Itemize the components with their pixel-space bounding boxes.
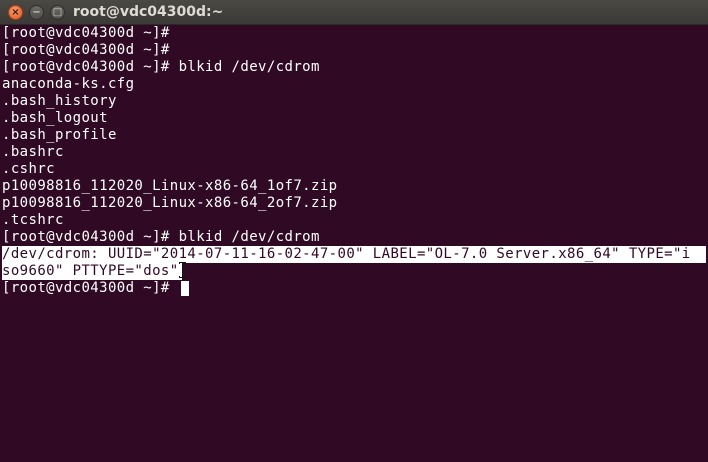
terminal-line: .bash_profile xyxy=(2,127,117,143)
terminal-line: .tcshrc xyxy=(2,212,64,228)
terminal-line: anaconda-ks.cfg xyxy=(2,76,135,92)
title-bar[interactable]: × − □ root@vdc04300d:~ xyxy=(0,0,708,25)
terminal-line: p10098816_112020_Linux-x86-64_1of7.zip xyxy=(2,178,338,194)
terminal-line: .cshrc xyxy=(2,161,55,177)
text-cursor xyxy=(180,280,189,296)
window-title: root@vdc04300d:~ xyxy=(73,4,224,20)
selected-text-line[interactable]: so9660" PTTYPE="dos" xyxy=(2,263,182,280)
minimize-button[interactable]: − xyxy=(29,5,44,20)
close-button[interactable]: × xyxy=(8,5,23,20)
selected-text-line[interactable]: /dev/cdrom: UUID="2014-07-11-16-02-47-00… xyxy=(2,246,706,263)
terminal-line: [root@vdc04300d ~]# xyxy=(2,42,170,58)
ibeam-cursor-icon xyxy=(178,262,187,278)
terminal-line: p10098816_112020_Linux-x86-64_2of7.zip xyxy=(2,195,338,211)
terminal-output[interactable]: [root@vdc04300d ~]# [root@vdc04300d ~]# … xyxy=(0,25,708,462)
terminal-line: [root@vdc04300d ~]# xyxy=(2,25,170,41)
terminal-line: [root@vdc04300d ~]# blkid /dev/cdrom xyxy=(2,59,320,75)
terminal-line: .bashrc xyxy=(2,144,64,160)
prompt-line[interactable]: [root@vdc04300d ~]# xyxy=(2,280,708,297)
terminal-line: .bash_history xyxy=(2,93,117,109)
prompt-text: [root@vdc04300d ~]# xyxy=(2,280,179,296)
terminal-line: [root@vdc04300d ~]# blkid /dev/cdrom xyxy=(2,229,320,245)
maximize-button[interactable]: □ xyxy=(50,5,65,20)
terminal-line: .bash_logout xyxy=(2,110,108,126)
terminal-window: × − □ root@vdc04300d:~ [root@vdc04300d ~… xyxy=(0,0,708,462)
